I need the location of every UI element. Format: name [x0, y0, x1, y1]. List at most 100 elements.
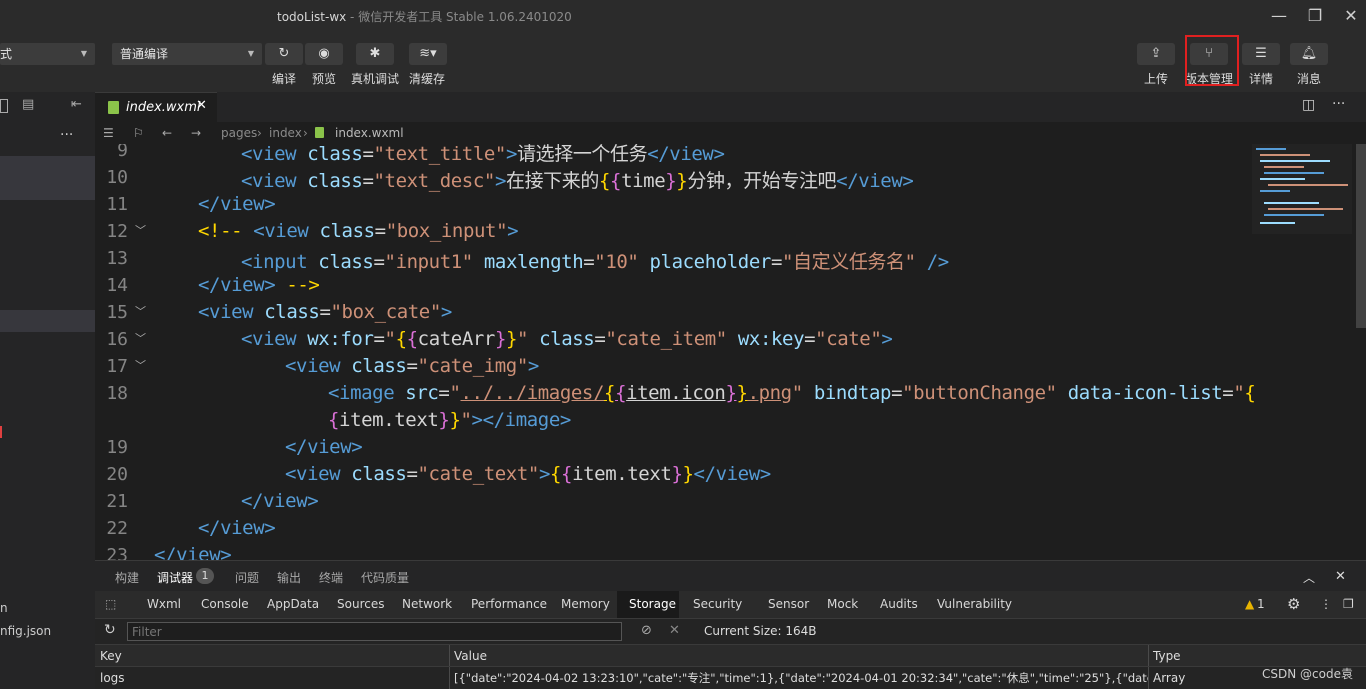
upload-icon: ⇪: [1150, 46, 1162, 61]
breadcrumb-item[interactable]: index: [269, 126, 302, 140]
collapse-icon[interactable]: ⇤: [71, 97, 82, 112]
upload-button[interactable]: ⇪: [1137, 43, 1175, 65]
line-number: 12: [106, 221, 128, 242]
devtab-vulnerability[interactable]: Vulnerability: [937, 591, 1012, 618]
line-number: 15: [106, 302, 128, 323]
clear-all-icon[interactable]: ⊘: [641, 623, 652, 638]
panel-tab-bar: 构建 调试器 1 问题 输出 终端 代码质量 ︿ ✕: [95, 560, 1366, 591]
tab-index-wxml[interactable]: index.wxml ✕: [95, 92, 217, 122]
warning-count: 1: [1257, 597, 1265, 611]
close-window-icon[interactable]: ✕: [1338, 4, 1364, 28]
split-editor-icon[interactable]: ◫: [1302, 97, 1315, 113]
delete-selected-icon[interactable]: ✕: [669, 623, 680, 638]
line-number: 10: [106, 167, 128, 188]
devtab-mock[interactable]: Mock: [827, 591, 858, 618]
docker-icon[interactable]: ▤: [22, 97, 34, 112]
sidebar-item-selected[interactable]: [0, 156, 95, 200]
messages-button[interactable]: 🔔︎: [1290, 43, 1328, 65]
settings-gear-icon[interactable]: ⚙: [1287, 591, 1300, 618]
minimap[interactable]: [1252, 144, 1352, 234]
line-number: 11: [106, 194, 128, 215]
tab-terminal[interactable]: 终端: [319, 569, 343, 586]
fold-chevron-icon[interactable]: ﹀: [135, 303, 147, 319]
window-title: todoList-wx - 微信开发者工具 Stable 1.06.240102…: [277, 10, 572, 24]
tab-output[interactable]: 输出: [277, 569, 301, 586]
minimize-icon[interactable]: —: [1266, 4, 1292, 28]
close-tab-icon[interactable]: ✕: [196, 98, 207, 113]
code-line: <view wx:for="{{cateArr}}" class="cate_i…: [241, 328, 893, 350]
close-panel-icon[interactable]: ✕: [1335, 569, 1346, 584]
compile-button[interactable]: ↻: [265, 43, 303, 65]
fold-chevron-icon[interactable]: ﹀: [135, 357, 147, 373]
error-marker: [0, 426, 2, 438]
devtab-sensor[interactable]: Sensor: [768, 591, 809, 618]
file-item[interactable]: nfig.json: [0, 624, 51, 638]
caret-down-icon: ▼: [247, 49, 254, 58]
warning-icon: ▲: [1245, 597, 1255, 611]
fold-chevron-icon[interactable]: ﹀: [135, 330, 147, 346]
bookmark-icon[interactable]: ⚐: [133, 126, 144, 140]
messages-label: 消息: [1296, 72, 1321, 86]
devtab-wxml[interactable]: Wxml: [147, 591, 181, 618]
watermark: CSDN @code袁: [1262, 667, 1353, 681]
breadcrumb-item[interactable]: index.wxml: [335, 126, 404, 140]
devtab-memory[interactable]: Memory: [561, 591, 610, 618]
clear-cache-button[interactable]: ≋▾: [409, 43, 447, 65]
devtab-sources[interactable]: Sources: [337, 591, 384, 618]
undock-icon[interactable]: ❐: [1343, 591, 1354, 618]
back-arrow-icon[interactable]: ←: [162, 126, 172, 140]
filter-input[interactable]: [127, 622, 622, 641]
more-icon[interactable]: ···: [60, 127, 73, 143]
devtab-appdata[interactable]: AppData: [267, 591, 319, 618]
compile-mode-select[interactable]: 普通编译 ▼: [112, 43, 262, 65]
devtab-performance[interactable]: Performance: [471, 591, 547, 618]
title-bar: todoList-wx - 微信开发者工具 Stable 1.06.240102…: [0, 0, 1366, 32]
row-value[interactable]: [{"date":"2024-04-02 13:23:10","cate":"专…: [449, 667, 1148, 689]
devtab-security[interactable]: Security: [693, 591, 742, 618]
kebab-menu-icon[interactable]: ⋮: [1320, 591, 1332, 618]
column-header-type[interactable]: Type: [1148, 645, 1366, 667]
more-actions-icon[interactable]: ···: [1332, 96, 1345, 112]
remote-debug-button[interactable]: ✱: [356, 43, 394, 65]
tab-code-quality[interactable]: 代码质量: [361, 569, 409, 586]
column-header-key[interactable]: Key: [95, 645, 449, 667]
preview-button[interactable]: ◉: [305, 43, 343, 65]
code-line: </view>: [198, 517, 276, 539]
row-key[interactable]: logs: [95, 667, 449, 689]
code-line: <view class="text_desc">在接下来的{{time}}分钟，…: [241, 170, 914, 192]
file-item[interactable]: n: [0, 601, 8, 615]
tab-problems[interactable]: 问题: [235, 569, 259, 586]
vertical-scrollbar[interactable]: [1356, 144, 1366, 328]
code-line: </view>: [241, 490, 319, 512]
file-explorer-lower: n nfig.json: [0, 560, 95, 689]
eye-icon: ◉: [318, 46, 330, 61]
table-row[interactable]: logs [{"date":"2024-04-02 13:23:10","cat…: [95, 666, 1366, 689]
line-number: 17: [106, 356, 128, 377]
fold-chevron-icon[interactable]: ﹀: [135, 222, 147, 238]
devtab-storage[interactable]: Storage: [617, 591, 679, 618]
maximize-icon[interactable]: ❐: [1302, 4, 1328, 28]
devtab-network[interactable]: Network: [402, 591, 452, 618]
refresh-icon[interactable]: ↻: [104, 622, 116, 638]
devtab-audits[interactable]: Audits: [880, 591, 918, 618]
details-button[interactable]: ☰: [1242, 43, 1280, 65]
list-icon[interactable]: ☰: [103, 126, 114, 140]
inspect-element-icon[interactable]: ⬚: [105, 591, 116, 618]
chevron-up-icon[interactable]: ︿: [1303, 569, 1315, 586]
line-number: 13: [106, 248, 128, 269]
code-editor[interactable]: 9 10 11 12 13 14 15 16 17 18 19 20 21 22 23 <view clas…: [95, 144, 1366, 560]
tab-debugger[interactable]: 调试器: [157, 569, 193, 586]
compile-label: 编译: [271, 72, 296, 86]
wxml-file-icon: [315, 127, 324, 138]
devtab-console[interactable]: Console: [201, 591, 249, 618]
forward-arrow-icon[interactable]: →: [191, 126, 201, 140]
panel-icon[interactable]: [0, 99, 8, 113]
column-header-value[interactable]: Value: [449, 645, 1148, 667]
mode-select[interactable]: 式 ▼: [0, 43, 95, 65]
code-line: <view class="cate_img">: [285, 355, 539, 377]
tab-build[interactable]: 构建: [115, 569, 139, 586]
breadcrumb-item[interactable]: pages: [221, 126, 257, 140]
code-line: <view class="text_title">请选择一个任务</view>: [241, 144, 725, 165]
code-line: </view>: [154, 544, 232, 560]
sidebar-item-highlight[interactable]: [0, 310, 95, 332]
